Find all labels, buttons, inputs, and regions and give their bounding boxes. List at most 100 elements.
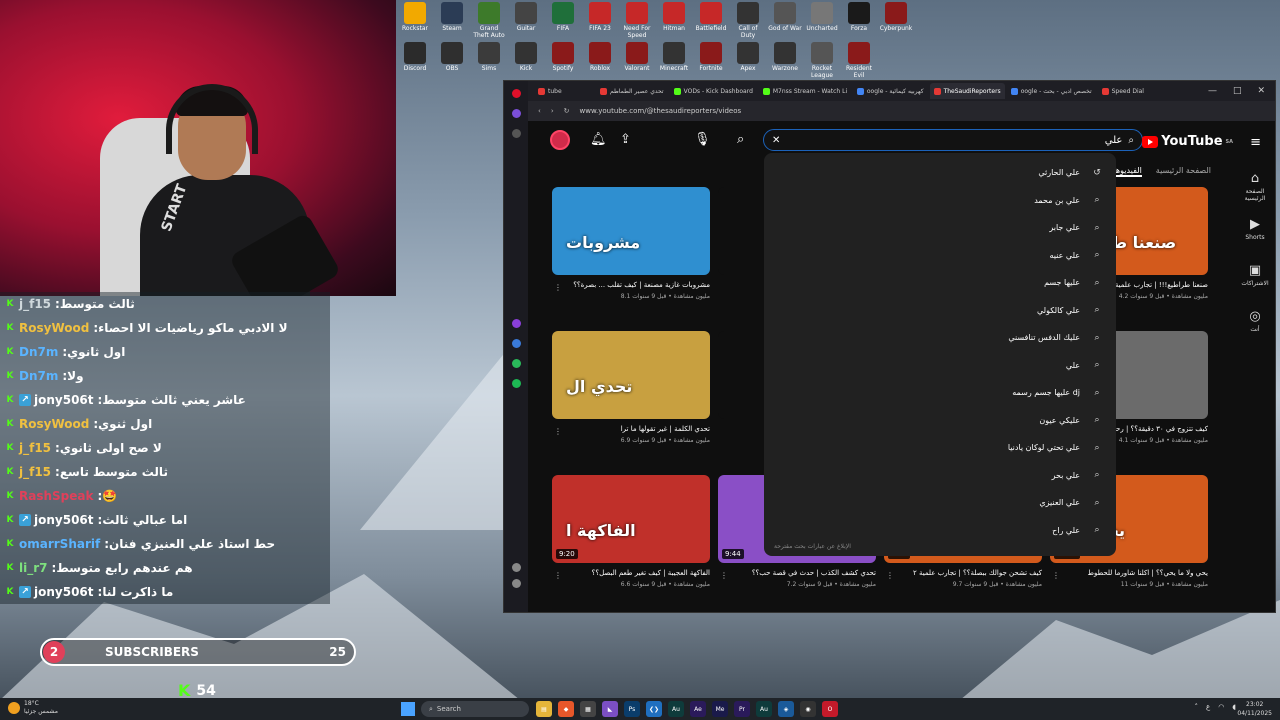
youtube-logo[interactable]: YouTube SA — [1142, 134, 1233, 149]
chat-username[interactable]: RosyWood — [19, 321, 89, 335]
nav-item[interactable]: ▣ الاشتراكات — [1235, 263, 1275, 309]
desktop-icon[interactable]: Need For Speed — [620, 2, 654, 39]
desktop-icon[interactable]: Roblox — [583, 42, 617, 79]
spotify-icon[interactable] — [512, 379, 521, 388]
desktop-icon[interactable]: Grand Theft Auto V — [472, 2, 506, 39]
desktop-icon[interactable]: FIFA 23 — [583, 2, 617, 39]
browser-tab[interactable]: VODs - Kick Dashboard — [670, 83, 757, 99]
suggestion-item[interactable]: عليها جسم ⌕ — [764, 269, 1116, 297]
desktop-icon[interactable]: Apex — [731, 42, 765, 79]
chat-username[interactable]: RashSpeak — [19, 489, 93, 503]
chat-username[interactable]: Dn7m — [19, 345, 58, 359]
desktop-icon[interactable]: Fortnite — [694, 42, 728, 79]
suggestion-item[interactable]: عليك الدفس تنافسني ⌕ — [764, 324, 1116, 352]
windows-start-icon[interactable] — [401, 702, 415, 716]
desktop-icon[interactable]: Warzone — [768, 42, 802, 79]
chat-username[interactable]: j_f15 — [19, 465, 51, 479]
suggestion-item[interactable]: علي راح ⌕ — [764, 517, 1116, 545]
browser-tab[interactable]: oogle - كهربيه كيمائية — [853, 83, 928, 99]
browser-tab[interactable]: Speed Dial — [1098, 83, 1158, 99]
tab-home[interactable]: الصفحة الرئيسية — [1156, 166, 1211, 177]
history-icon[interactable] — [512, 579, 521, 588]
twitch-icon[interactable] — [512, 319, 521, 328]
reload-icon[interactable]: ↻ — [564, 107, 570, 115]
maximize-button[interactable]: □ — [1233, 86, 1242, 96]
more-options-icon[interactable]: ⋮ — [720, 571, 728, 580]
speed-dial-icon[interactable] — [512, 129, 521, 138]
language-indicator[interactable]: ع — [1206, 703, 1210, 711]
desktop-icon[interactable]: Rockstar — [398, 2, 432, 39]
desktop-icon[interactable]: Forza — [842, 2, 876, 39]
menu-icon[interactable]: ≡ — [1250, 135, 1261, 150]
search-query[interactable]: علي — [1105, 135, 1123, 146]
desktop-icon[interactable]: Valorant — [620, 42, 654, 79]
chat-username[interactable]: li_r7 — [19, 561, 48, 575]
desktop-icon[interactable]: OBS — [435, 42, 469, 79]
premiere-icon[interactable]: Pr — [734, 701, 750, 717]
browser-tab[interactable]: tube — [534, 83, 594, 99]
desktop-icon[interactable]: Steam — [435, 2, 469, 39]
more-options-icon[interactable]: ⋮ — [1052, 571, 1060, 580]
browser-tab[interactable]: oogle - تخصص ادبي - بحث — [1007, 83, 1096, 99]
search-input[interactable]: ✕ علي ⌕ — [763, 129, 1143, 151]
more-options-icon[interactable]: ⋮ — [886, 571, 894, 580]
forward-icon[interactable]: › — [551, 107, 554, 115]
chat-username[interactable]: jony506t — [34, 585, 94, 599]
browser-tab[interactable]: M7nss Stream - Watch Li — [759, 83, 851, 99]
chat-username[interactable]: j_f15 — [19, 441, 51, 455]
visual-studio-icon[interactable]: ◣ — [602, 701, 618, 717]
desktop-icon[interactable]: Minecraft — [657, 42, 691, 79]
desktop-icon[interactable]: Cyberpunk — [879, 2, 913, 39]
video-title[interactable]: الفاكهة العجيبة | كيف تغير طعم البصل؟؟ — [552, 569, 710, 577]
aria-icon[interactable] — [512, 109, 521, 118]
after-effects-icon[interactable]: Ae — [690, 701, 706, 717]
suggestion-item[interactable]: علي عنيه ⌕ — [764, 242, 1116, 270]
video-card[interactable]: تحدي ال تحدي الكلمة | غير تقولها ما ترا 6.… — [552, 331, 710, 444]
photoshop-icon[interactable]: Ps — [624, 701, 640, 717]
video-title[interactable]: مشروبات غازية مصنعة | كيف تقلب ... بصرة؟… — [552, 281, 710, 289]
weather-widget[interactable]: 18°C مشمس جزئيا — [8, 700, 58, 716]
nav-item[interactable]: ⌂ الصفحة الرئيسية — [1235, 171, 1275, 217]
chat-username[interactable]: jony506t — [34, 513, 94, 527]
desktop-icon[interactable]: FIFA — [546, 2, 580, 39]
suggestion-item[interactable]: عليها جسم رسمه dj ⌕ — [764, 379, 1116, 407]
desktop-icon[interactable]: Kick — [509, 42, 543, 79]
video-thumbnail[interactable]: مشروبات — [552, 187, 710, 275]
suggestion-item[interactable]: علي جابر ⌕ — [764, 214, 1116, 242]
video-card[interactable]: مشروبات مشروبات غازية مصنعة | كيف تقلب ..… — [552, 187, 710, 300]
close-button[interactable]: ✕ — [1257, 86, 1265, 96]
more-options-icon[interactable]: ⋮ — [554, 571, 562, 580]
wifi-icon[interactable]: ◠ — [1218, 703, 1224, 711]
browser-tab[interactable]: TheSaudiReporters — [929, 83, 1005, 99]
suggestion-item[interactable]: علي الحارثي ↺ — [764, 159, 1116, 187]
nav-item[interactable]: ▶ Shorts — [1235, 217, 1275, 263]
suggestion-item[interactable]: علي بن محمد ⌕ — [764, 187, 1116, 215]
vscode-icon[interactable]: ❮❯ — [646, 701, 662, 717]
opera-icon[interactable] — [512, 89, 521, 98]
taskbar-search[interactable]: ⌕ Search — [421, 701, 529, 717]
chat-username[interactable]: j_f15 — [19, 297, 51, 311]
chat-username[interactable]: Dn7m — [19, 369, 58, 383]
suggestion-item[interactable]: علي تحتي لوكان يادنيا ⌕ — [764, 434, 1116, 462]
suggestion-item[interactable]: علي ⌕ — [764, 352, 1116, 380]
address-bar[interactable]: ‹ › ↻ www.youtube.com/@thesaudireporters… — [504, 101, 1275, 121]
desktop-icon[interactable]: Discord — [398, 42, 432, 79]
suggestion-item[interactable]: علي كالكولي ⌕ — [764, 297, 1116, 325]
chevron-up-icon[interactable]: ˄ — [1195, 703, 1199, 711]
more-options-icon[interactable]: ⋮ — [554, 427, 562, 436]
video-title[interactable]: تحدي الكلمة | غير تقولها ما ترا — [552, 425, 710, 433]
voice-search-icon[interactable]: 🎙︎ — [694, 132, 711, 147]
audition-icon[interactable]: Au — [668, 701, 684, 717]
chat-username[interactable]: omarrSharif — [19, 537, 100, 551]
video-card[interactable]: الفاكهة ا 9:20 الفاكهة العجيبة | كيف تغير … — [552, 475, 710, 588]
audition-2-icon[interactable]: Au — [756, 701, 772, 717]
whatsapp-icon[interactable] — [512, 359, 521, 368]
desktop-icon[interactable]: Rocket League — [805, 42, 839, 79]
desktop-icon[interactable]: Call of Duty — [731, 2, 765, 39]
chat-username[interactable]: jony506t — [34, 393, 94, 407]
url-text[interactable]: www.youtube.com/@thesaudireporters/video… — [580, 107, 742, 115]
desktop-icon[interactable]: Uncharted — [805, 2, 839, 39]
file-explorer-icon[interactable]: ▤ — [536, 701, 552, 717]
search-button-icon[interactable]: ⌕ — [737, 132, 744, 147]
notifications-icon[interactable]: 🔔︎ — [590, 132, 607, 147]
